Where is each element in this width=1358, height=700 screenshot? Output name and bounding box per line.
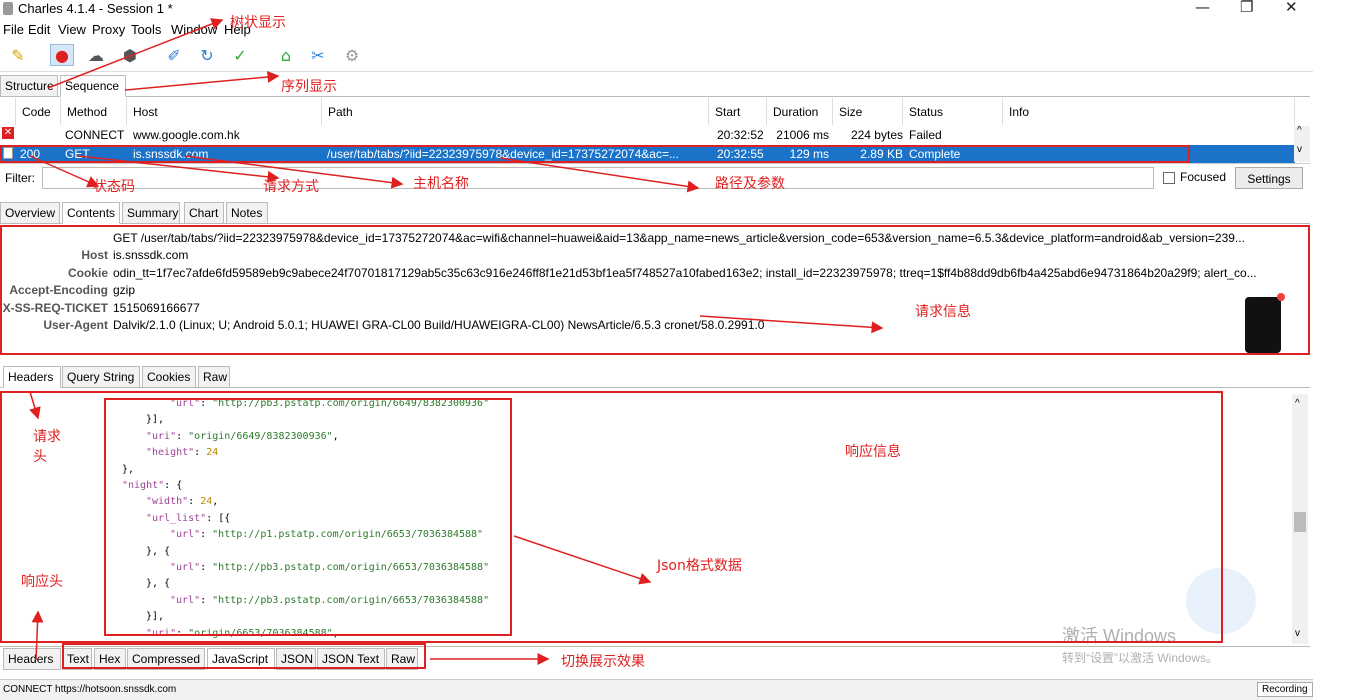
annotation-response-header: 响应头 <box>21 574 63 590</box>
settings-gear-icon[interactable]: ⚙ <box>340 44 364 66</box>
focused-checkbox[interactable] <box>1163 172 1175 184</box>
column-header-duration[interactable]: Duration <box>767 98 833 125</box>
annotation-json-data: Json格式数据 <box>657 558 742 574</box>
detail-tabs: Overview Contents Summary Chart Notes <box>0 202 1310 224</box>
column-header-host[interactable]: Host <box>127 98 322 125</box>
compose-icon[interactable]: ✐ <box>162 44 186 66</box>
broom-icon[interactable]: ✎ <box>6 44 30 66</box>
annotation-switch-view: 切换展示效果 <box>561 654 645 670</box>
annotation-box-row <box>0 145 1190 163</box>
filter-label: Filter: <box>5 171 35 185</box>
annotation-response-info: 响应信息 <box>845 444 901 460</box>
table-scrollbar[interactable]: ^ v <box>1294 125 1310 162</box>
toolbar: ✎ ● ☁ ⬢ ✐ ↻ ✓ ⌂ ✂ ⚙ <box>0 40 1313 72</box>
scroll-thumb[interactable] <box>1294 512 1306 532</box>
annotation-box-request <box>0 225 1310 355</box>
scroll-up-icon[interactable]: ^ <box>1295 398 1300 409</box>
cell-size: 224 bytes <box>850 128 903 142</box>
column-header-info[interactable]: Info <box>1003 98 1295 125</box>
close-icon[interactable]: ✕ <box>1285 0 1298 16</box>
window-title: Charles 4.1.4 - Session 1 * <box>18 1 173 16</box>
scroll-down-icon[interactable]: v <box>1295 628 1300 639</box>
menu-file[interactable]: File <box>3 22 24 37</box>
annotation-request-header: 请求头 <box>33 429 61 465</box>
cell-host: www.google.com.hk <box>133 128 240 142</box>
column-header-code[interactable]: Code <box>16 98 61 125</box>
breakpoint-icon[interactable]: ⬢ <box>118 44 142 66</box>
tab-notes[interactable]: Notes <box>226 202 268 224</box>
column-header-path[interactable]: Path <box>322 98 709 125</box>
minimize-icon[interactable]: — <box>1195 0 1210 16</box>
status-bar: CONNECT https://hotsoon.snssdk.com Recor… <box>0 679 1313 700</box>
activation-watermark-subtitle: 转到“设置”以激活 Windows。 <box>1062 651 1219 665</box>
validate-icon[interactable]: ✓ <box>228 44 252 66</box>
response-scrollbar[interactable]: ^ v <box>1292 394 1308 644</box>
table-row[interactable]: ✕ CONNECT www.google.com.hk 20:32:52 210… <box>0 126 1295 144</box>
tab-structure[interactable]: Structure <box>0 75 58 97</box>
column-header-status[interactable]: Status <box>903 98 1003 125</box>
scroll-up-icon[interactable]: ^ <box>1297 125 1302 136</box>
request-view-tabs: Headers Query String Cookies Raw <box>0 366 1310 388</box>
charles-app-icon <box>3 2 13 15</box>
menu-view[interactable]: View <box>58 22 86 37</box>
tab-request-headers[interactable]: Headers <box>3 366 61 388</box>
throttle-icon[interactable]: ☁ <box>84 44 108 66</box>
maximize-icon[interactable]: ❐ <box>1240 0 1253 16</box>
annotation-path: 路径及参数 <box>715 176 785 192</box>
filter-input[interactable] <box>42 167 1154 189</box>
settings-button[interactable]: Settings <box>1235 167 1303 189</box>
annotation-box-tabs <box>62 643 426 669</box>
column-header-start[interactable]: Start <box>709 98 767 125</box>
tab-chart[interactable]: Chart <box>184 202 224 224</box>
scroll-down-icon[interactable]: v <box>1297 144 1302 155</box>
tab-summary[interactable]: Summary <box>122 202 180 224</box>
annotation-sequence: 序列显示 <box>281 79 337 95</box>
annotation-method: 请求方式 <box>263 179 319 195</box>
menu-tools[interactable]: Tools <box>131 22 161 37</box>
annotation-tree: 树状显示 <box>230 15 286 31</box>
annotation-status-code: 状态码 <box>93 179 135 195</box>
failed-icon: ✕ <box>2 127 14 139</box>
title-bar: Charles 4.1.4 - Session 1 * — ❐ ✕ <box>0 0 1313 18</box>
cell-duration: 21006 ms <box>776 128 829 142</box>
column-header-size[interactable]: Size <box>833 98 903 125</box>
column-icon <box>0 98 16 125</box>
status-text: CONNECT https://hotsoon.snssdk.com <box>3 684 177 695</box>
annotation-box-json <box>104 398 512 636</box>
recording-indicator[interactable]: Recording <box>1257 682 1313 697</box>
column-header-method[interactable]: Method <box>61 98 127 125</box>
menu-proxy[interactable]: Proxy <box>92 22 125 37</box>
view-mode-tabs: Structure Sequence <box>0 75 1310 97</box>
tab-overview[interactable]: Overview <box>0 202 60 224</box>
cell-method: CONNECT <box>65 128 125 142</box>
menu-window[interactable]: Window <box>171 22 217 37</box>
tab-response-headers[interactable]: Headers <box>3 648 61 670</box>
tab-cookies[interactable]: Cookies <box>142 366 196 388</box>
tab-contents[interactable]: Contents <box>62 202 120 224</box>
menu-bar: File Edit View Proxy Tools Window Help <box>0 20 1313 38</box>
tab-sequence[interactable]: Sequence <box>60 75 126 97</box>
filter-bar: Filter: Focused Settings <box>0 164 1310 194</box>
basket-icon[interactable]: ⌂ <box>274 44 298 66</box>
focused-label: Focused <box>1180 170 1227 184</box>
annotation-host: 主机名称 <box>413 176 469 192</box>
tab-raw[interactable]: Raw <box>198 366 230 388</box>
tools-icon[interactable]: ✂ <box>306 44 330 66</box>
repeat-icon[interactable]: ↻ <box>195 44 219 66</box>
cell-start: 20:32:52 <box>717 128 764 142</box>
record-icon[interactable]: ● <box>50 44 74 66</box>
menu-edit[interactable]: Edit <box>28 22 50 37</box>
tab-query-string[interactable]: Query String <box>62 366 140 388</box>
annotation-request-info: 请求信息 <box>915 304 971 320</box>
cell-status: Failed <box>909 128 942 142</box>
